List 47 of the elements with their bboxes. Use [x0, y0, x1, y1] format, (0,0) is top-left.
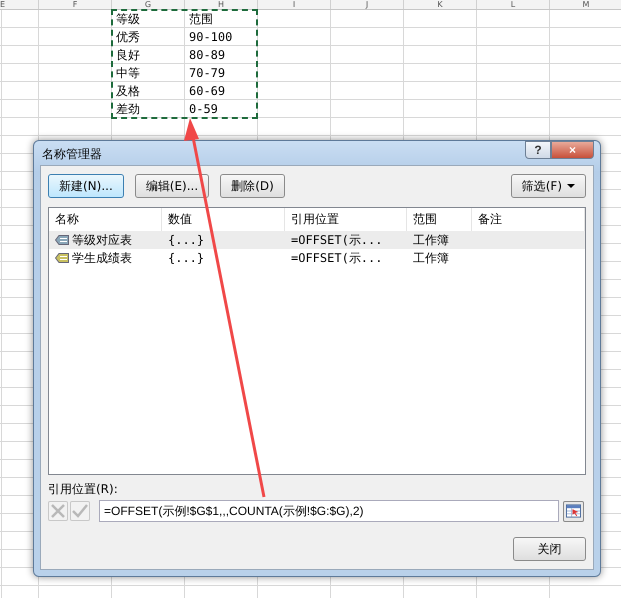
cell-text: 范围: [188, 11, 213, 28]
dialog-button[interactable]: 删除(D): [220, 174, 285, 198]
cell-text: =OFFSET(示...: [291, 250, 382, 267]
cell-text: 70-79: [188, 65, 226, 82]
cancel-button[interactable]: [48, 501, 68, 521]
caret-icon: [567, 184, 575, 188]
column-header[interactable]: I: [258, 0, 331, 9]
input-field[interactable]: =OFFSET(示例!$G$1,,,COUNTA(示例!$G:$G),2): [99, 500, 559, 522]
list-row[interactable]: 等级对应表 {...} =OFFSET(示... 工作簿: [49, 231, 585, 249]
name-text: 学生成绩表: [72, 250, 132, 267]
cell-text: 0-59: [188, 101, 218, 118]
filter-button[interactable]: 筛选(F): [510, 174, 586, 198]
cell-text: 及格: [115, 83, 140, 100]
help-button[interactable]: ?: [525, 141, 551, 159]
column-header[interactable]: G: [112, 0, 185, 9]
cell-text: 80-89: [188, 47, 226, 64]
cell-text: 良好: [115, 47, 140, 64]
column-header[interactable]: J: [331, 0, 404, 9]
cell-text: {...}: [168, 250, 204, 267]
cell-text: 60-69: [188, 83, 226, 100]
collapse-button[interactable]: [563, 500, 584, 522]
cell-text: 90-100: [188, 29, 232, 46]
column-header[interactable]: F: [39, 0, 112, 9]
column-header[interactable]: E: [0, 0, 39, 9]
column-header[interactable]: L: [477, 0, 550, 9]
dialog-button[interactable]: 编辑(E)...: [134, 174, 210, 198]
list-row[interactable]: 学生成绩表 {...} =OFFSET(示... 工作簿: [49, 249, 585, 267]
column-header[interactable]: H: [185, 0, 258, 9]
window-title: 名称管理器: [42, 146, 102, 162]
cell-text: =OFFSET(示...: [291, 232, 382, 249]
cell-text: 优秀: [115, 29, 140, 46]
cell-text: {...}: [168, 232, 204, 249]
field-label: 引用位置(R):: [48, 481, 119, 497]
close-dialog-button[interactable]: 关闭: [513, 537, 586, 561]
cell-text: 差劲: [115, 101, 140, 118]
name-text: 等级对应表: [72, 232, 132, 249]
confirm-button[interactable]: [70, 501, 90, 521]
range-select-icon: [566, 504, 581, 518]
column-header[interactable]: M: [550, 0, 621, 9]
dialog-button[interactable]: 新建(N)...: [48, 174, 124, 198]
cell-text: 工作簿: [413, 250, 449, 267]
column-header[interactable]: K: [404, 0, 477, 9]
cell-text: 工作簿: [413, 232, 449, 249]
cell-text: 中等: [115, 65, 140, 82]
cell-text: 等级: [115, 11, 140, 28]
cross-icon: [50, 503, 66, 519]
check-icon: [72, 503, 88, 519]
